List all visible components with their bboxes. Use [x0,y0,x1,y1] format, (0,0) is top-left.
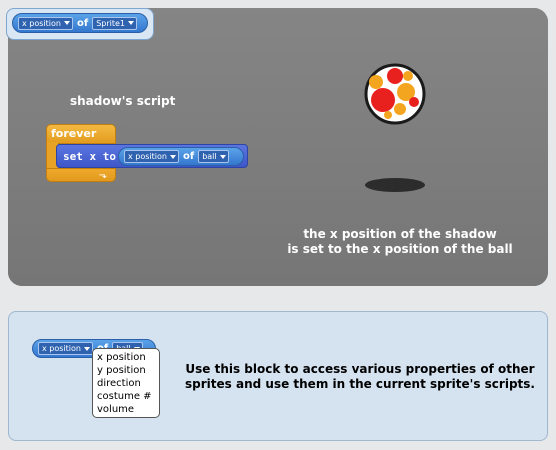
attribute-value: x position [42,344,81,353]
x-position-of-block[interactable]: x position of Sprite1 [12,13,148,33]
ball-spot [394,103,406,115]
ball-spot [371,88,395,112]
set-x-label: set x to [63,150,116,163]
dropdown-arrow-icon [169,154,176,159]
loop-arrow-icon: ⬎ [98,170,107,181]
of-label: of [182,151,195,162]
attribute-dropdown[interactable]: x position [38,342,93,355]
x-position-of-ball-block[interactable]: x position of ball [118,147,244,166]
of-label: of [76,17,89,29]
dropdown-arrow-icon [63,21,70,25]
ball-spot [384,111,392,119]
menu-item-costume[interactable]: costume # [97,390,155,403]
attribute-dropdown[interactable]: x position [124,150,179,163]
caption-line-1: the x position of the shadow [303,227,497,241]
ball-spot [387,68,403,84]
stage-caption: the x position of the shadow is set to t… [260,227,540,257]
dropdown-arrow-icon [83,346,90,351]
sprite-dropdown[interactable]: Sprite1 [92,16,138,30]
ball-spot [369,75,383,89]
forever-bottom: ⬎ [46,168,116,182]
menu-item-direction[interactable]: direction [97,377,155,390]
menu-item-y-position[interactable]: y position [97,364,155,377]
attribute-menu: x position y position direction costume … [92,348,160,418]
ball-spot [409,97,419,107]
sprite-value: Sprite1 [96,18,126,28]
dropdown-arrow-icon [128,21,135,25]
dropdown-arrow-icon [219,154,226,159]
sprite-value: ball [202,152,217,161]
help-text: Use this block to access various propert… [180,362,540,392]
sprite-dropdown[interactable]: ball [198,150,229,163]
menu-item-x-position[interactable]: x position [97,351,155,364]
ball-sprite[interactable] [362,62,428,128]
attribute-value: x position [22,18,61,28]
shadow-sprite[interactable] [365,178,425,192]
menu-item-volume[interactable]: volume [97,403,155,416]
forever-label: forever [51,127,97,140]
help-line-1: Use this block to access various propert… [185,362,535,376]
ball-spot [403,71,413,81]
attribute-dropdown[interactable]: x position [18,16,73,30]
caption-line-2: is set to the x position of the ball [287,242,513,256]
help-line-2: sprites and use them in the current spri… [185,377,535,391]
script-title: shadow's script [70,94,176,108]
attribute-value: x position [128,152,167,161]
